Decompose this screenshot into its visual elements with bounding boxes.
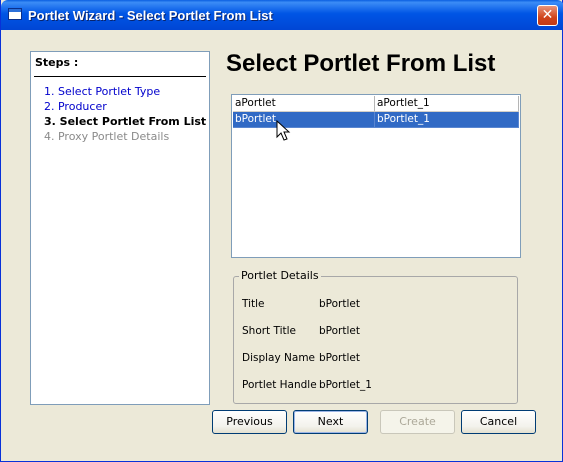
table-row-selected[interactable]: bPortlet bPortlet_1	[233, 112, 519, 128]
step-producer[interactable]: 2. Producer	[44, 100, 107, 113]
title-bar[interactable]: Portlet Wizard - Select Portlet From Lis…	[1, 0, 563, 30]
detail-label-display-name: Display Name	[242, 352, 316, 364]
window-icon	[8, 8, 22, 20]
cancel-button[interactable]: Cancel	[461, 410, 536, 434]
steps-divider	[34, 76, 206, 77]
table-row[interactable]: aPortlet aPortlet_1	[233, 96, 519, 112]
detail-value-short-title: bPortlet	[319, 325, 360, 337]
step-proxy-portlet-details: 4. Proxy Portlet Details	[44, 130, 170, 143]
close-button[interactable]: ✕	[537, 5, 558, 26]
create-button[interactable]: Create	[380, 410, 455, 434]
portlet-list[interactable]: aPortlet aPortlet_1 bPortlet bPortlet_1	[231, 94, 521, 258]
portlet-handle-cell[interactable]: bPortlet_1	[375, 112, 519, 128]
step-select-portlet-from-list: 3. Select Portlet From List	[44, 115, 207, 128]
next-button[interactable]: Next	[293, 410, 368, 434]
detail-value-display-name: bPortlet	[319, 352, 360, 364]
portlet-name-cell[interactable]: bPortlet	[233, 112, 375, 128]
portlet-handle-cell[interactable]: aPortlet_1	[375, 96, 519, 112]
detail-label-portlet-handle: Portlet Handle	[242, 379, 317, 391]
detail-value-title: bPortlet	[319, 298, 360, 310]
detail-value-portlet-handle: bPortlet_1	[319, 379, 372, 391]
steps-header: Steps :	[35, 56, 79, 69]
wizard-window: Portlet Wizard - Select Portlet From Lis…	[0, 0, 563, 462]
portlet-name-cell[interactable]: aPortlet	[233, 96, 375, 112]
window-title: Portlet Wizard - Select Portlet From Lis…	[28, 8, 273, 23]
step-select-portlet-type[interactable]: 1. Select Portlet Type	[44, 85, 160, 98]
detail-label-title: Title	[242, 298, 265, 310]
page-title: Select Portlet From List	[226, 50, 496, 77]
detail-label-short-title: Short Title	[242, 325, 297, 337]
previous-button[interactable]: Previous	[212, 410, 287, 434]
steps-panel: Steps : 1. Select Portlet Type 2. Produc…	[30, 51, 210, 405]
portlet-details-legend: Portlet Details	[239, 269, 321, 282]
